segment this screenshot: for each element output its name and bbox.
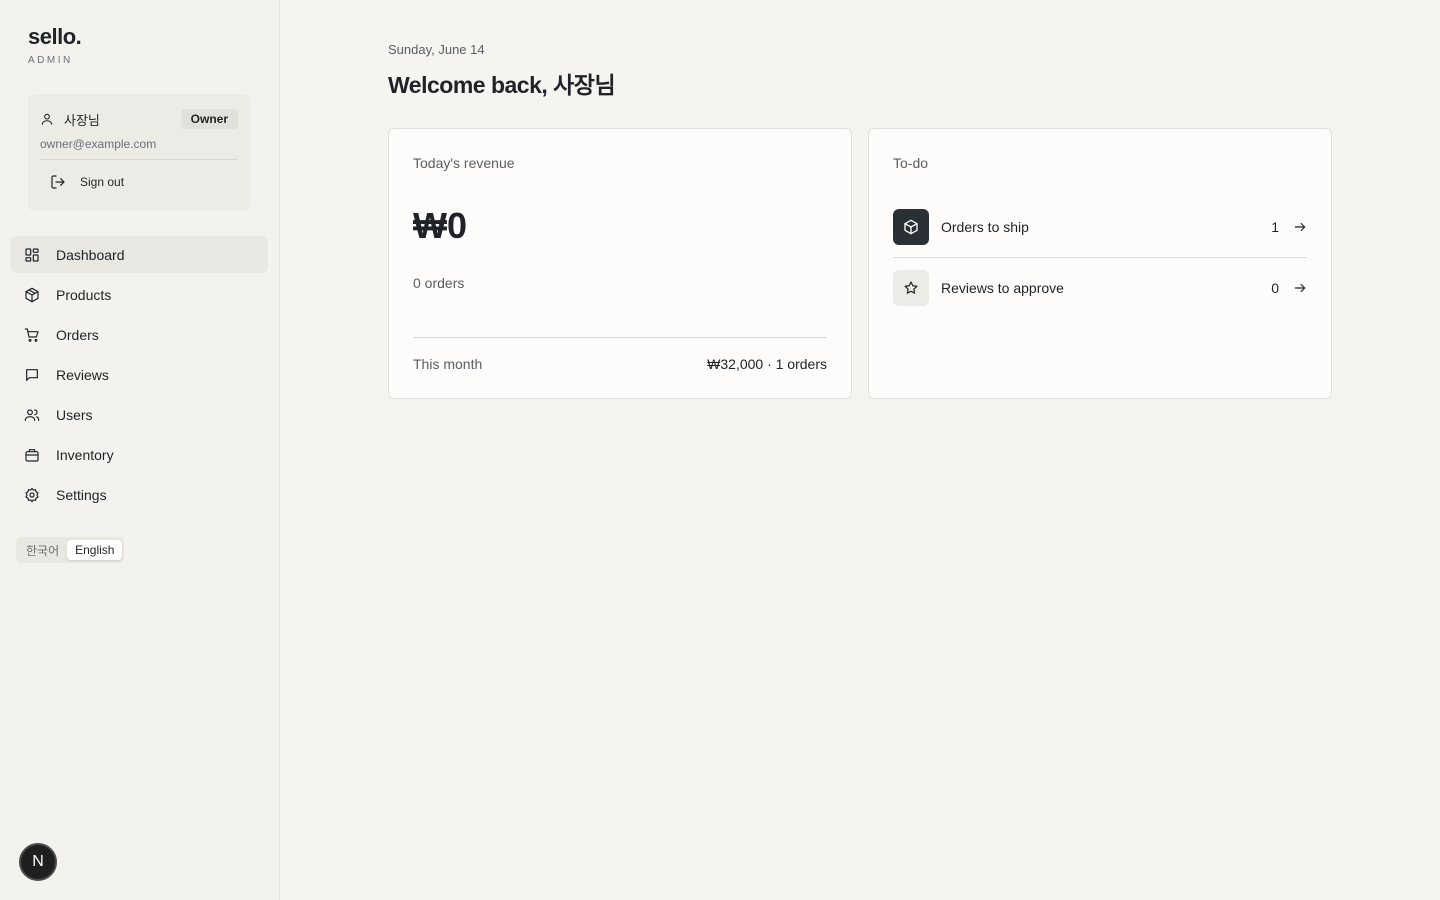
user-card: 사장님 Owner owner@example.com Sign out <box>28 94 250 211</box>
arrow-right-icon <box>1293 220 1307 234</box>
sidebar-item-label: Products <box>56 286 112 303</box>
gear-icon <box>25 487 39 502</box>
message-icon <box>26 368 38 381</box>
month-label: This month <box>413 356 483 372</box>
sidebar-item-label: Reviews <box>56 366 109 383</box>
user-row: 사장님 Owner <box>40 108 238 130</box>
box-icon <box>25 287 39 302</box>
brand-logo[interactable]: sello. <box>28 24 82 50</box>
user-icon <box>41 113 53 125</box>
todo-card-title: To-do <box>893 155 929 171</box>
sidebar-item-label: Users <box>56 406 93 423</box>
revenue-orders: 0 orders <box>413 275 465 291</box>
sidebar-item-label: Orders <box>56 326 99 343</box>
revenue-card: Today's revenue ₩0 0 orders This month ₩… <box>388 128 852 399</box>
sign-out-label: Sign out <box>80 175 125 189</box>
sidebar-item-inventory[interactable]: Inventory <box>11 436 268 473</box>
sign-out-button[interactable]: Sign out <box>50 174 124 190</box>
page-title: Welcome back, 사장님 <box>388 72 616 98</box>
todo-count: 0 <box>1271 280 1279 296</box>
lang-korean-button[interactable]: 한국어 <box>18 539 67 562</box>
todo-divider <box>893 257 1307 258</box>
arrow-right-icon <box>1293 281 1307 295</box>
archive-icon <box>25 448 39 462</box>
sidebar-nav: Dashboard Products Orders Reviews Users … <box>11 236 268 516</box>
todo-label: Orders to ship <box>941 219 1029 235</box>
lang-english-button[interactable]: English <box>67 540 123 560</box>
todo-icon-box <box>893 209 929 245</box>
revenue-card-title: Today's revenue <box>413 155 515 171</box>
todo-count: 1 <box>1271 219 1279 235</box>
sidebar: sello. ADMIN 사장님 Owner owner@example.com… <box>0 0 280 900</box>
sidebar-item-users[interactable]: Users <box>11 396 268 433</box>
todo-icon-star <box>893 270 929 306</box>
todo-label: Reviews to approve <box>941 280 1064 296</box>
revenue-divider <box>413 337 827 338</box>
logout-icon <box>51 175 65 189</box>
box-icon <box>904 219 918 235</box>
sidebar-item-dashboard[interactable]: Dashboard <box>11 236 268 273</box>
month-value: ₩32,000 · 1 orders <box>707 356 827 372</box>
sidebar-item-reviews[interactable]: Reviews <box>11 356 268 393</box>
cart-icon <box>24 327 39 342</box>
sidebar-item-label: Inventory <box>56 446 114 463</box>
sidebar-item-label: Settings <box>56 486 107 503</box>
dashboard-icon <box>25 247 39 262</box>
todo-item-orders-to-ship[interactable]: Orders to ship 1 <box>893 203 1307 251</box>
sidebar-item-label: Dashboard <box>56 246 125 263</box>
fab-label: N <box>32 853 44 870</box>
nextjs-dev-button[interactable]: N <box>19 843 57 881</box>
todo-item-reviews-to-approve[interactable]: Reviews to approve 0 <box>893 264 1307 312</box>
star-icon <box>904 281 918 294</box>
user-name: 사장님 <box>64 112 100 128</box>
users-icon <box>24 408 40 421</box>
revenue-amount: ₩0 <box>413 205 467 246</box>
sidebar-item-orders[interactable]: Orders <box>11 316 268 353</box>
user-email: owner@example.com <box>40 137 157 151</box>
brand: sello. ADMIN <box>28 24 82 66</box>
language-switcher: 한국어 English <box>16 537 125 563</box>
todo-card: To-do Orders to ship 1 Reviews to approv… <box>868 128 1332 399</box>
role-badge: Owner <box>180 109 238 129</box>
sidebar-item-settings[interactable]: Settings <box>11 476 268 513</box>
current-date: Sunday, June 14 <box>388 42 485 57</box>
sidebar-item-products[interactable]: Products <box>11 276 268 313</box>
brand-subtitle: ADMIN <box>28 55 73 66</box>
user-card-divider <box>40 159 238 160</box>
